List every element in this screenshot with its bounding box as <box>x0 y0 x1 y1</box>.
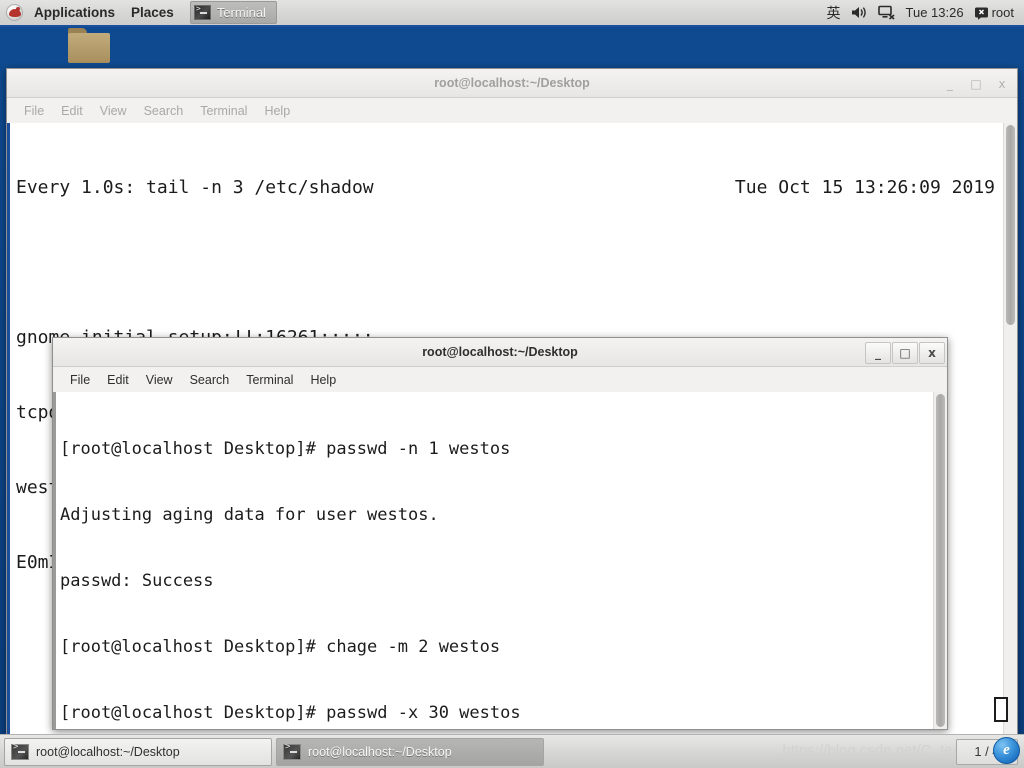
window-list-item-terminal[interactable]: Terminal <box>189 1 277 24</box>
bottom-panel: root@localhost:~/Desktop root@localhost:… <box>0 734 1024 768</box>
menu-edit[interactable]: Edit <box>100 371 136 389</box>
volume-icon-svg <box>851 7 866 18</box>
back-window-buttons: _ □ x <box>937 69 1015 98</box>
clock-label: Tue 13:26 <box>905 5 964 20</box>
network-disconnected-icon[interactable] <box>877 5 896 20</box>
front-window-titlebar[interactable]: root@localhost:~/Desktop _ □ x <box>53 338 947 367</box>
system-tray: 英 Tue 13:26 root <box>827 3 1024 23</box>
menu-view[interactable]: View <box>93 102 134 120</box>
front-terminal-output: [root@localhost Desktop]# passwd -n 1 we… <box>56 392 933 729</box>
taskbar-item-label: root@localhost:~/Desktop <box>36 744 180 759</box>
front-window-buttons: _ □ x <box>864 338 945 367</box>
desktop-screen: Applications Places Terminal 英 <box>0 0 1024 768</box>
user-label: root <box>991 5 1014 20</box>
terminal-line: passwd: Success <box>60 571 214 591</box>
front-window-scrollbar[interactable] <box>933 392 947 729</box>
menu-file[interactable]: File <box>63 371 97 389</box>
menu-edit[interactable]: Edit <box>54 102 90 120</box>
terminal-icon <box>283 742 301 760</box>
menu-help[interactable]: Help <box>257 102 297 120</box>
network-icon-svg <box>877 5 895 20</box>
taskbar-item-1[interactable]: root@localhost:~/Desktop <box>4 737 272 766</box>
taskbar-item-2[interactable]: root@localhost:~/Desktop <box>276 737 544 766</box>
input-method-label: 英 <box>826 5 841 22</box>
front-window-title: root@localhost:~/Desktop <box>422 345 578 359</box>
close-button[interactable]: x <box>919 341 945 364</box>
terminal-window-front[interactable]: root@localhost:~/Desktop _ □ x File Edit… <box>52 337 948 730</box>
front-scrollbar-thumb[interactable] <box>936 394 945 727</box>
menu-search[interactable]: Search <box>137 102 191 120</box>
user-icon <box>974 7 988 20</box>
mouse-cursor <box>994 697 1008 722</box>
terminal-icon <box>11 742 29 760</box>
terminal-icon <box>193 4 211 20</box>
window-list: Terminal <box>189 0 277 25</box>
user-menu[interactable]: root <box>974 5 1014 20</box>
watch-timestamp: Tue Oct 15 13:26:09 2019 <box>734 177 995 198</box>
applications-menu-label: Applications <box>34 5 116 20</box>
maximize-button[interactable]: □ <box>892 341 918 364</box>
minimize-button[interactable]: _ <box>865 341 891 364</box>
back-scrollbar-thumb[interactable] <box>1006 125 1015 325</box>
maximize-button[interactable]: □ <box>963 73 989 95</box>
menu-terminal[interactable]: Terminal <box>239 371 300 389</box>
top-panel: Applications Places Terminal 英 <box>0 0 1024 27</box>
watch-header-line: Every 1.0s: tail -n 3 /etc/shadow Tue Oc… <box>16 175 1003 200</box>
back-window-titlebar[interactable]: root@localhost:~/Desktop _ □ x <box>7 69 1017 98</box>
places-menu-label: Places <box>131 5 174 20</box>
back-window-menubar: File Edit View Search Terminal Help <box>7 98 1017 123</box>
redhat-logo-icon[interactable] <box>6 4 23 21</box>
terminal-line: [root@localhost Desktop]# chage -m 2 wes… <box>60 637 501 657</box>
volume-icon[interactable] <box>851 5 868 20</box>
menu-help[interactable]: Help <box>303 371 343 389</box>
back-window-scrollbar[interactable] <box>1003 123 1017 735</box>
close-button[interactable]: x <box>989 73 1015 95</box>
watch-command: Every 1.0s: tail -n 3 /etc/shadow <box>16 177 374 198</box>
menu-view[interactable]: View <box>139 371 180 389</box>
folder-icon[interactable] <box>68 28 112 64</box>
front-terminal-area[interactable]: [root@localhost Desktop]# passwd -n 1 we… <box>53 392 947 729</box>
menu-file[interactable]: File <box>17 102 51 120</box>
minimize-button[interactable]: _ <box>937 73 963 95</box>
places-menu[interactable]: Places <box>123 0 182 25</box>
clock[interactable]: Tue 13:26 <box>906 5 964 20</box>
terminal-line: [root@localhost Desktop]# passwd -n 1 we… <box>60 439 511 459</box>
window-list-item-label: Terminal <box>216 5 266 20</box>
terminal-line: Adjusting aging data for user westos. <box>60 505 439 525</box>
front-window-menubar: File Edit View Search Terminal Help <box>53 367 947 392</box>
terminal-line: [root@localhost Desktop]# passwd -x 30 w… <box>60 703 521 723</box>
input-method-indicator[interactable]: 英 <box>827 3 841 23</box>
menu-terminal[interactable]: Terminal <box>193 102 254 120</box>
taskbar-item-label: root@localhost:~/Desktop <box>308 744 452 759</box>
folder-icon-body <box>68 33 110 63</box>
csdn-badge-icon: e <box>993 737 1020 764</box>
applications-menu[interactable]: Applications <box>26 0 123 25</box>
back-window-title: root@localhost:~/Desktop <box>434 76 590 90</box>
menu-search[interactable]: Search <box>183 371 237 389</box>
